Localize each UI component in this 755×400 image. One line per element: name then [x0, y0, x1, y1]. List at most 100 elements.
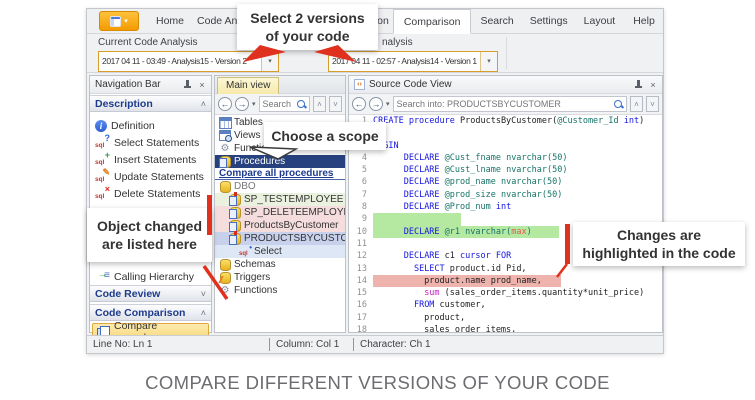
code-line-16: 16 FROM customer,: [349, 299, 662, 311]
search-previous-button[interactable]: ˄: [630, 96, 643, 112]
line-number: 18: [349, 324, 373, 332]
pin-icon[interactable]: [632, 79, 644, 91]
line-number: 12: [349, 250, 373, 262]
back-arrow-button[interactable]: ←: [352, 97, 366, 111]
tree-item-procedures[interactable]: Procedures: [215, 155, 345, 168]
forward-arrow-button[interactable]: →: [235, 97, 249, 111]
proc-icon: [229, 207, 241, 218]
tree-item-productsbycustomer[interactable]: PRODUCTSBYCUSTOMER: [215, 232, 345, 245]
status-character: Character: Ch 1: [353, 338, 663, 351]
tab-help[interactable]: Help: [628, 9, 660, 33]
search-icon[interactable]: [613, 99, 624, 110]
nav-item-calling-hierarchy[interactable]: →≡ Calling Hierarchy: [90, 268, 211, 285]
version1-value: 2017 04 11 - 03:49 - Analysis15 - Versio…: [99, 52, 261, 71]
status-column: Column: Col 1: [269, 338, 353, 351]
line-number: 14: [349, 275, 373, 287]
section-header-description[interactable]: Description ˄: [90, 95, 211, 112]
nav-item-update-statements[interactable]: sql✎Update Statements: [90, 168, 211, 185]
chevron-down-icon: ˅: [201, 286, 206, 302]
version2-value: 2017 04 11 - 02:57 - Analysis14 - Versio…: [329, 52, 480, 71]
page-caption: COMPARE DIFFERENT VERSIONS OF YOUR CODE: [0, 372, 755, 394]
version1-combobox[interactable]: 2017 04 11 - 03:49 - Analysis15 - Versio…: [98, 51, 279, 72]
forward-arrow-button[interactable]: →: [369, 97, 383, 111]
source-code-view-title: Source Code View: [369, 76, 452, 93]
search-icon[interactable]: [296, 99, 307, 110]
tab-comparison[interactable]: Comparison: [393, 9, 472, 34]
table-icon: [219, 117, 231, 128]
chevron-up-icon: ˄: [201, 305, 206, 321]
source-code-icon: ‹›: [354, 79, 365, 90]
code-line-1: 1CREATE procedure ProductsByCustomer(@Cu…: [349, 115, 662, 127]
code-line-15: 15 sum (sales_order_items.quantity*unit_…: [349, 287, 662, 299]
search-previous-button[interactable]: ˄: [313, 96, 326, 112]
line-number: 10: [349, 226, 373, 238]
callout-changes-highlighted: Changes are highlighted in the code: [573, 222, 745, 266]
nav-item-delete-statements[interactable]: sql×Delete Statements: [90, 185, 211, 202]
pink-diff-highlight: product.name prod_name,: [373, 275, 561, 287]
insert-statements-icon: sql+: [95, 153, 110, 166]
green-diff-highlight: DECLARE @r1 nvarchar(max): [373, 226, 559, 238]
green-diff-highlight: [373, 213, 461, 225]
section-header-code-comparison[interactable]: Code Comparison ˄: [90, 304, 211, 321]
line-number: 6: [349, 176, 373, 188]
app-menu-button[interactable]: ▾: [99, 11, 139, 31]
app-menu-caret-icon: ▾: [124, 18, 128, 25]
section-header-code-review[interactable]: Code Review ˅: [90, 285, 211, 302]
tree-item-triggers[interactable]: Triggers: [215, 271, 345, 284]
tree-item-select[interactable]: sql•Select: [215, 245, 345, 258]
version2-dropdown-button[interactable]: ▾: [480, 52, 497, 71]
tab-home[interactable]: Home: [151, 9, 189, 33]
history-caret-icon[interactable]: ▾: [252, 100, 256, 108]
tree-item-sp-testemployee[interactable]: SP_TESTEMPLOYEE: [215, 193, 345, 206]
tab-main-view[interactable]: Main view: [217, 77, 279, 94]
version1-dropdown-button[interactable]: ▾: [261, 52, 278, 71]
delete-statements-icon: sql×: [95, 187, 110, 200]
proc-icon: [219, 156, 231, 167]
proc-icon: [229, 220, 241, 231]
sql-q-icon: sql•: [239, 246, 251, 257]
tree-item-sp-deleteemployee[interactable]: SP_DELETEEMPLOYEE: [215, 206, 345, 219]
db-icon: [219, 259, 231, 270]
tree-item-schemas[interactable]: Schemas: [215, 258, 345, 271]
calling-hierarchy-icon: →≡: [95, 270, 110, 283]
tab-fragment-on: on: [377, 9, 389, 33]
main-view-tab-strip: Main view: [215, 76, 345, 94]
line-number: 8: [349, 201, 373, 213]
code-line-7: 7 DECLARE @prod_size nvarchar(50): [349, 189, 662, 201]
tree-item-functions[interactable]: ⚙Functions: [215, 284, 345, 297]
proc-red-icon: [229, 233, 241, 244]
tree-item-compare-all-procedures[interactable]: Compare all procedures: [215, 168, 345, 181]
group-label-current-analysis: Current Code Analysis: [98, 37, 198, 48]
line-number: 11: [349, 238, 373, 250]
source-code-view-panel: ‹› Source Code View × ← → ▾ ˄ ˅ 1CREATE …: [348, 75, 663, 333]
callout-choose-scope: Choose a scope: [264, 122, 386, 150]
nav-item-insert-statements[interactable]: sql+Insert Statements: [90, 151, 211, 168]
search-next-button[interactable]: ˅: [329, 96, 342, 112]
close-icon[interactable]: ×: [196, 79, 208, 91]
close-icon[interactable]: ×: [647, 79, 659, 91]
version2-combobox[interactable]: 2017 04 11 - 02:57 - Analysis14 - Versio…: [328, 51, 498, 72]
view-icon: [219, 130, 231, 141]
proc-red-icon: [229, 194, 241, 205]
navigation-bar-header: Navigation Bar ×: [90, 76, 211, 94]
nav-item-select-statements[interactable]: sql?Select Statements: [90, 134, 211, 151]
tab-settings[interactable]: Settings: [525, 9, 573, 33]
back-arrow-button[interactable]: ←: [218, 97, 232, 111]
tab-search[interactable]: Search: [475, 9, 518, 33]
history-caret-icon[interactable]: ▾: [386, 100, 390, 108]
search-next-button[interactable]: ˅: [646, 96, 659, 112]
line-number: 9: [349, 213, 373, 225]
db-bolt-icon: [219, 272, 231, 283]
navigation-bar-title: Navigation Bar: [95, 79, 161, 90]
code-search-box: [393, 96, 627, 112]
definition-icon: i: [95, 120, 107, 132]
tree-search-input[interactable]: [260, 99, 296, 109]
tab-layout[interactable]: Layout: [579, 9, 621, 33]
app-window: ▾ HomeCode AnaonComparisonSearchSettings…: [86, 8, 664, 354]
code-line-2: 2as: [349, 127, 662, 139]
select-statements-icon: sql?: [95, 136, 110, 149]
nav-item-definition[interactable]: iDefinition: [90, 117, 211, 134]
code-search-input[interactable]: [394, 99, 613, 109]
pin-icon[interactable]: [181, 79, 193, 91]
code-line-5: 5 DECLARE @Cust_lname nvarchar(50): [349, 164, 662, 176]
